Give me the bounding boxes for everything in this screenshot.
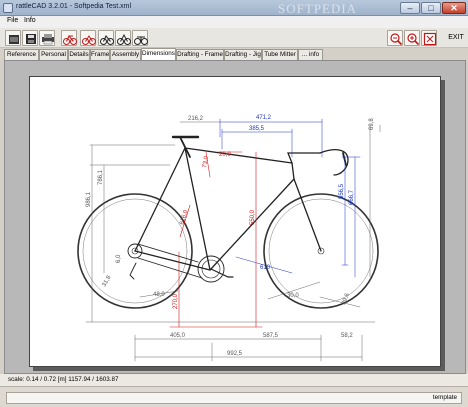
dim-216-2: 216,2 (188, 116, 204, 122)
tab-bar: Reference Personal Details Frame Assembl… (4, 48, 468, 60)
dim-666-7: 666,7 (349, 189, 355, 205)
save-button[interactable] (22, 30, 38, 46)
dim-616-0: 616,0 (179, 209, 190, 226)
zoom-out-icon (390, 33, 403, 46)
dim-992-5: 992,5 (227, 351, 243, 357)
tab-reference[interactable]: Reference (4, 49, 39, 60)
print-icon (42, 34, 54, 45)
tab-details[interactable]: Details (68, 49, 90, 60)
exit-button[interactable]: EXIT (446, 31, 466, 45)
bike-black-icon (100, 35, 114, 45)
window-title: rattleCAD 3.2.01 - Softpedia Test.xml (16, 3, 132, 10)
dim-550-0: 550,0 (250, 209, 256, 225)
app-icon (3, 3, 13, 13)
watermark: SOFTPEDIA (278, 1, 358, 16)
bike-black-icon (117, 33, 131, 45)
tab-assembly[interactable]: Assembly (110, 49, 141, 60)
bike-black-icon (134, 36, 148, 45)
save-icon (26, 34, 36, 44)
dim-31-8: 31,8 (102, 274, 113, 288)
status-bar: scale: 0.14 / 0.72 [m] 1157.94 / 1603.87 (0, 374, 468, 386)
open-file-button[interactable] (5, 30, 21, 46)
fit-page-button[interactable] (421, 30, 437, 46)
tab-frame[interactable]: Frame (90, 49, 110, 60)
open-file-icon (9, 35, 19, 44)
bike-view-button-1[interactable] (61, 30, 77, 46)
dim-270-0: 270,0 (173, 293, 179, 309)
template-field[interactable]: template (6, 392, 462, 404)
dim-48-0: 48,0 (153, 292, 165, 298)
bottom-bar: template (0, 386, 468, 407)
gray-dimensions (85, 121, 381, 362)
tab-drafting-frame[interactable]: Drafting - Frame (176, 49, 224, 60)
minimize-icon: – (407, 3, 413, 13)
bike-view-button-4[interactable] (115, 30, 131, 46)
dim-471-2: 471,2 (256, 115, 272, 121)
minimize-button[interactable]: – (400, 2, 420, 14)
dim-587-5: 587,5 (263, 333, 279, 339)
close-button[interactable]: ✕ (442, 2, 466, 14)
menu-bar: File Info (0, 16, 468, 28)
tab-personal[interactable]: Personal (39, 49, 68, 60)
scale-readout: scale: 0.14 / 0.72 [m] 1157.94 / 1603.87 (8, 376, 119, 383)
dim-786-1: 786,1 (98, 169, 104, 185)
maximize-button[interactable]: □ (421, 2, 441, 14)
zoom-out-button[interactable] (387, 30, 403, 46)
fit-page-icon (423, 32, 437, 46)
tab-tube-mitter[interactable]: Tube Mitter (262, 49, 298, 60)
title-bar: rattleCAD 3.2.01 - Softpedia Test.xml SO… (0, 0, 468, 16)
close-icon: ✕ (450, 3, 458, 13)
dim-58-2: 58,2 (341, 333, 353, 339)
bike-view-button-5[interactable] (132, 30, 148, 46)
dim-556-5: 556,5 (339, 183, 345, 199)
bike-red-icon (63, 35, 77, 45)
dim-610: 610 (260, 265, 271, 271)
template-label: template (432, 394, 457, 401)
menu-info[interactable]: Info (22, 17, 38, 24)
maximize-icon: □ (428, 3, 434, 13)
dim-6-0: 6,0 (116, 254, 122, 263)
bike-view-button-3[interactable] (98, 30, 114, 46)
zoom-in-button[interactable] (404, 30, 420, 46)
dim-30-0: 30,0 (287, 293, 299, 299)
dim-69-8: 69,8 (369, 118, 375, 130)
dim-20-0: 20,0 (219, 152, 231, 158)
toolbar: EXIT (0, 28, 468, 48)
red-dimensions (169, 151, 263, 328)
print-button[interactable] (39, 30, 55, 46)
dim-73-0: 73,0 (202, 155, 210, 168)
menu-file[interactable]: File (5, 17, 20, 24)
tab-dimensions[interactable]: Dimensions (141, 48, 176, 60)
tab-info[interactable]: ... info (298, 49, 323, 60)
zoom-in-icon (407, 33, 420, 46)
dimension-labels: 216,2 471,2 385,5 69,8 20,0 556,5 666,7 … (86, 115, 375, 357)
bike-red-icon (82, 35, 96, 45)
dim-39-6: 39,6 (341, 292, 351, 306)
bike-view-button-2[interactable] (80, 30, 96, 46)
dim-405-0: 405,0 (170, 333, 186, 339)
dim-986-1: 986,1 (86, 191, 92, 207)
dim-385-5: 385,5 (249, 126, 265, 132)
tab-drafting-jig[interactable]: Drafting - Jig (224, 49, 262, 60)
drawing-sheet[interactable]: 216,2 471,2 385,5 69,8 20,0 556,5 666,7 … (29, 76, 441, 367)
bike-drawing[interactable]: 216,2 471,2 385,5 69,8 20,0 556,5 666,7 … (30, 77, 442, 368)
